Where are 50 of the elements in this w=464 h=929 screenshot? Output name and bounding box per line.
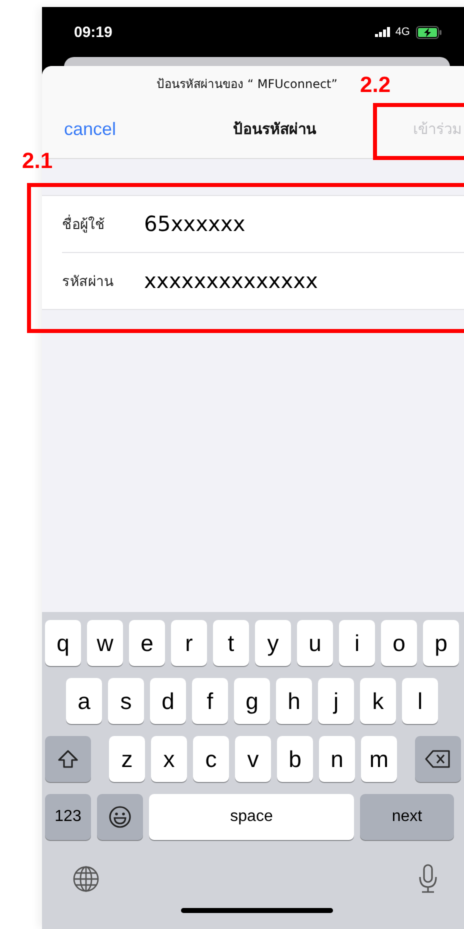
field-label: ชื่อผู้ใช้ bbox=[62, 213, 144, 235]
shift-key[interactable] bbox=[45, 736, 91, 782]
letter-key[interactable]: a bbox=[66, 678, 102, 724]
letter-key[interactable]: w bbox=[87, 620, 123, 666]
letter-key[interactable]: q bbox=[45, 620, 81, 666]
letter-key[interactable]: e bbox=[129, 620, 165, 666]
input-field[interactable]: 65xxxxxx bbox=[144, 212, 246, 236]
step-number: 2.2 bbox=[360, 72, 391, 98]
letter-key[interactable]: r bbox=[171, 620, 207, 666]
network-subtitle: ป้อนรหัสผ่านของ “ MFUconnect” bbox=[156, 76, 338, 93]
letter-key[interactable]: m bbox=[361, 736, 397, 782]
letter-key[interactable]: z bbox=[109, 736, 145, 782]
space-key[interactable]: space bbox=[149, 794, 354, 840]
network-label: 4G bbox=[395, 26, 410, 38]
letter-key[interactable]: p bbox=[423, 620, 459, 666]
letter-key[interactable]: k bbox=[360, 678, 396, 724]
delete-key[interactable] bbox=[415, 736, 461, 782]
numbers-key[interactable]: 123 bbox=[45, 794, 91, 840]
letter-key[interactable]: t bbox=[213, 620, 249, 666]
letter-key[interactable]: v bbox=[235, 736, 271, 782]
microphone-icon[interactable] bbox=[418, 864, 438, 894]
letter-key[interactable]: x bbox=[151, 736, 187, 782]
field-label: รหัสผ่าน bbox=[62, 273, 115, 292]
signal-icon bbox=[375, 27, 392, 37]
letter-key[interactable]: j bbox=[318, 678, 354, 724]
letter-key[interactable]: f bbox=[192, 678, 228, 724]
letter-key[interactable]: d bbox=[150, 678, 186, 724]
emoji-key[interactable] bbox=[97, 794, 143, 840]
next-key[interactable]: next bbox=[360, 794, 454, 840]
letter-key[interactable]: y bbox=[255, 620, 291, 666]
letter-key[interactable]: u bbox=[297, 620, 333, 666]
letter-key[interactable]: n bbox=[319, 736, 355, 782]
letter-key[interactable]: s bbox=[108, 678, 144, 724]
globe-icon[interactable] bbox=[72, 865, 100, 893]
status-time: 09:19 bbox=[74, 24, 112, 40]
letter-key[interactable]: g bbox=[234, 678, 270, 724]
letter-key[interactable]: c bbox=[193, 736, 229, 782]
letter-key[interactable]: l bbox=[402, 678, 438, 724]
backspace-icon bbox=[425, 750, 451, 768]
emoji-icon bbox=[108, 805, 132, 829]
letter-key[interactable]: i bbox=[339, 620, 375, 666]
letter-key[interactable]: o bbox=[381, 620, 417, 666]
shift-icon bbox=[57, 749, 79, 769]
step-number: 2.1 bbox=[22, 148, 53, 174]
input-field[interactable]: xxxxxxxxxxxxxx bbox=[144, 269, 318, 293]
letter-key[interactable]: b bbox=[277, 736, 313, 782]
letter-key[interactable]: h bbox=[276, 678, 312, 724]
cancel-button[interactable]: cancel bbox=[64, 118, 116, 140]
battery-charging-icon bbox=[416, 26, 442, 38]
sheet-title: ป้อนรหัสผ่าน bbox=[233, 119, 316, 140]
